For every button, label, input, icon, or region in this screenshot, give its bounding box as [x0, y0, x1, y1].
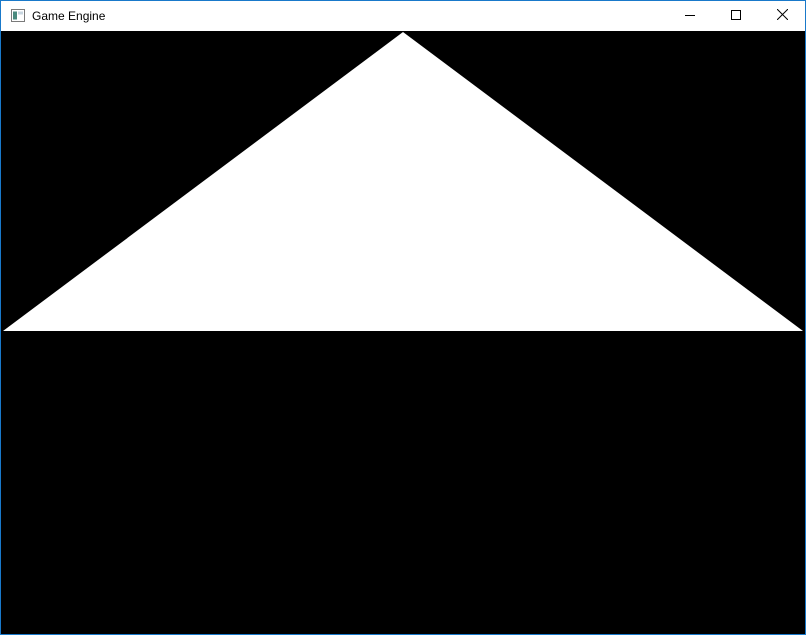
window-title: Game Engine	[32, 9, 106, 23]
render-viewport[interactable]	[1, 31, 805, 634]
maximize-button[interactable]	[713, 1, 759, 31]
application-window-icon	[11, 9, 25, 22]
minimize-button[interactable]	[667, 1, 713, 31]
minimize-icon	[685, 7, 695, 25]
close-icon	[776, 7, 788, 25]
maximize-icon	[731, 7, 741, 25]
window-controls	[667, 1, 805, 31]
close-button[interactable]	[759, 1, 805, 31]
render-surface	[1, 31, 805, 634]
title-bar[interactable]: Game Engine	[1, 1, 805, 31]
game-engine-window: Game Engine	[0, 0, 806, 635]
